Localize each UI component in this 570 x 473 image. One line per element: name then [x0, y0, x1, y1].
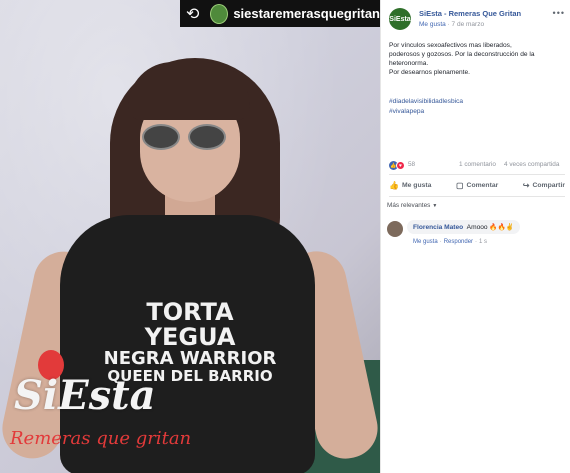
comment-bubble: Florencia Mateo Amooo 🔥🔥✌ [407, 220, 521, 234]
reaction-count[interactable]: 58 [408, 161, 415, 168]
repost-avatar [210, 3, 229, 24]
post-photo[interactable]: TORTA YEGUA NEGRA WARRIOR QUEEN DEL BARR… [0, 0, 380, 473]
right-lens [188, 124, 226, 150]
share-count-link[interactable]: 4 veces compartida [504, 161, 559, 168]
repost-banner: ⟲ siestaremerasquegritan [180, 0, 380, 27]
post-meta: Me gusta · 7 de marzo [419, 21, 484, 28]
post-paragraph: poderosos y gozosos. Por la deconstrucci… [389, 50, 535, 67]
fire-emoji-icon: 🔥🔥✌ [489, 224, 515, 231]
shirt-line-1: TORTA YEGUA [144, 298, 236, 352]
hashtags: #diadelavisibilidadlesbica #vivalapepa [389, 97, 463, 116]
share-button[interactable]: ↪ Compartir [523, 178, 565, 192]
left-lens [142, 124, 180, 150]
comment-item: Florencia Mateo Amooo 🔥🔥✌ Me gusta · Respo… [387, 220, 567, 260]
comment-author-link[interactable]: Florencia Mateo [413, 224, 463, 231]
page-avatar[interactable]: SiEsta [389, 8, 411, 30]
hashtag-link[interactable]: #vivalapepa [389, 107, 463, 117]
comment-text: Amooo [466, 224, 488, 231]
photo-bangs [128, 62, 250, 120]
comment-like-link[interactable]: Me gusta [413, 239, 438, 245]
divider [389, 196, 565, 197]
post-date[interactable]: 7 de marzo [452, 21, 485, 28]
brand-watermark-tagline: Remeras que gritan [10, 428, 192, 449]
comment-reply-link[interactable]: Responder [444, 239, 473, 245]
repost-username: siestaremerasquegritan [233, 6, 380, 21]
post-paragraph: Por vínculos sexoafectivos mas liberados… [389, 42, 512, 49]
comment-button-label: Comentar [466, 181, 499, 189]
thumbs-up-icon: 👍 [389, 180, 399, 190]
hashtag-link[interactable]: #diadelavisibilidadlesbica [389, 97, 463, 107]
post-paragraph: Por desearnos plenamente. [389, 68, 471, 76]
photo-sunglasses [142, 124, 228, 152]
comment-button[interactable]: ▢ Comentar [456, 178, 498, 192]
reactions-summary: 👍 ♥ 58 1 comentario 4 veces compartida [389, 160, 565, 172]
divider [389, 174, 565, 175]
comment-sort-dropdown[interactable]: Más relevantes ▼ [387, 202, 437, 209]
commenter-avatar[interactable] [387, 221, 403, 237]
chevron-down-icon: ▼ [432, 203, 438, 209]
page-name-link[interactable]: SiEsta - Remeras Que Gritan [419, 9, 521, 18]
reaction-icons[interactable]: 👍 ♥ [389, 161, 405, 170]
comment-icon: ▢ [455, 180, 464, 190]
page-like-link[interactable]: Me gusta [419, 21, 446, 28]
comment-sort-label: Más relevantes [387, 202, 431, 209]
post-header: SiEsta SiEsta - Remeras Que Gritan Me gu… [389, 8, 565, 34]
brand-watermark-title: SiEsta [14, 372, 156, 419]
comment-actions: Me gusta · Responder · 1 s [413, 239, 487, 245]
comment-time[interactable]: 1 s [479, 239, 487, 245]
comment-count-link[interactable]: 1 comentario [459, 161, 496, 168]
more-options-icon[interactable]: ••• [553, 8, 565, 18]
share-icon: ↪ [522, 180, 530, 190]
repost-icon: ⟲ [186, 5, 200, 23]
post-text: Por vínculos sexoafectivos mas liberados… [389, 42, 565, 78]
share-button-label: Compartir [532, 181, 565, 189]
like-button-label: Me gusta [401, 181, 432, 189]
like-button[interactable]: 👍 Me gusta [389, 178, 431, 192]
separator: · [439, 239, 442, 245]
post-panel: SiEsta SiEsta - Remeras Que Gritan Me gu… [380, 0, 570, 473]
love-reaction-icon: ♥ [396, 161, 405, 170]
separator: · [475, 239, 478, 245]
post-actions: 👍 Me gusta ▢ Comentar ↪ Compartir [389, 178, 565, 192]
